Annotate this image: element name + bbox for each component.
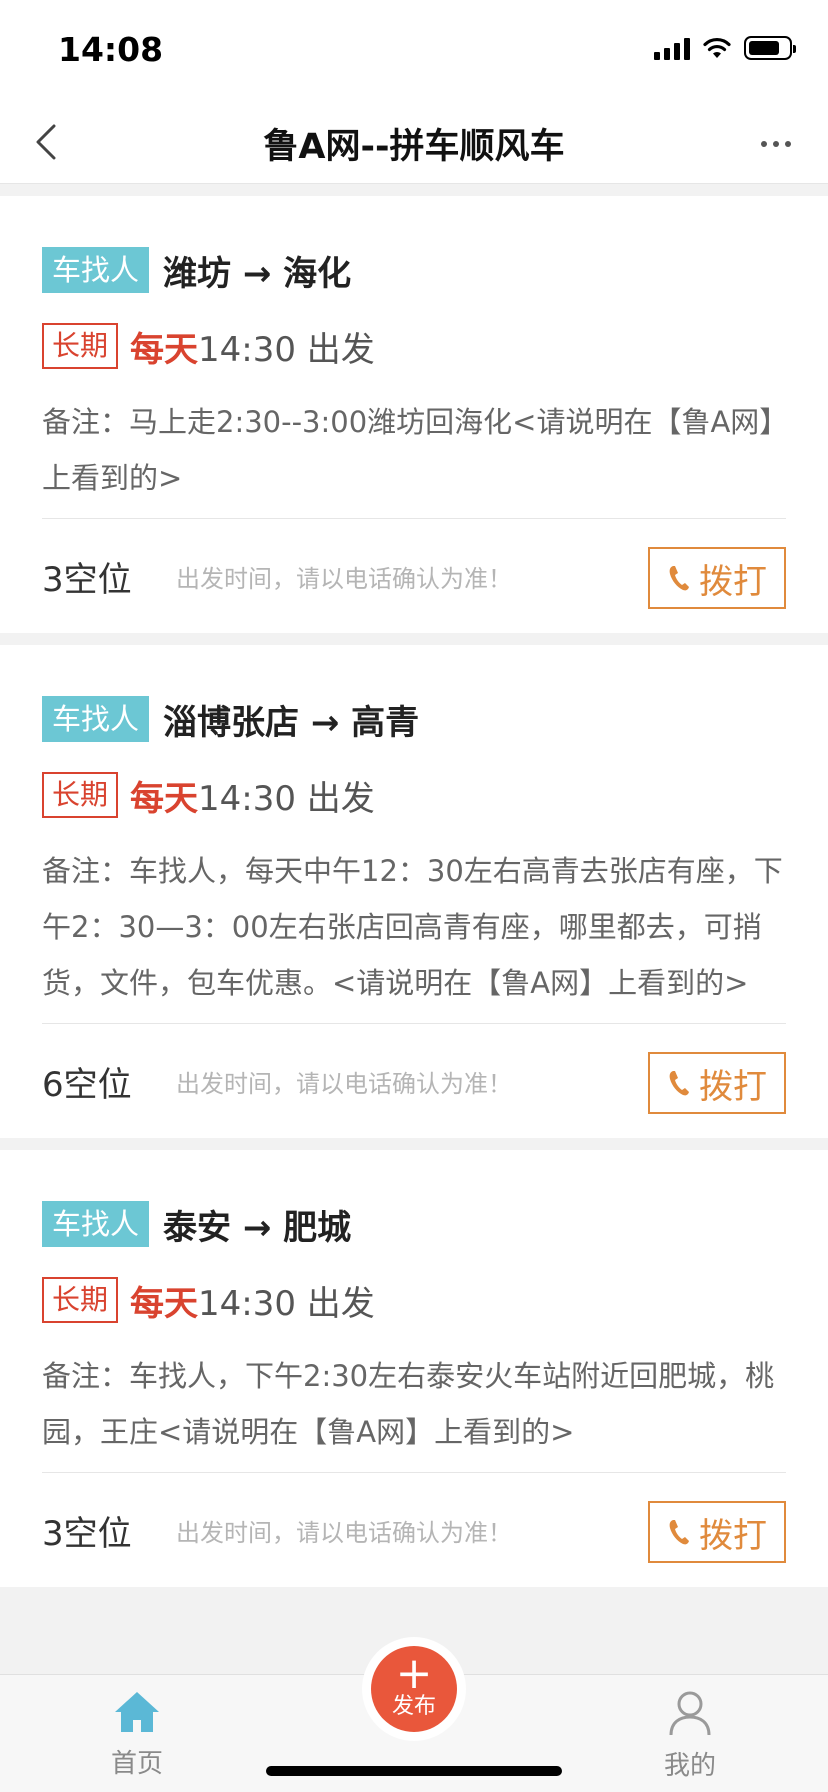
confirm-hint: 出发时间，请以电话确认为准！ [176, 564, 512, 593]
publish-button[interactable]: + 发布 [362, 1637, 466, 1741]
type-tag: 车找人 [42, 247, 150, 293]
call-button[interactable]: 拨打 [648, 1501, 786, 1563]
listing-card[interactable]: 车找人 泰安 → 肥城 长期 每天14:30 出发 备注：车找人，下午2:30左… [0, 1150, 828, 1587]
seats-count: 6空位 [42, 1064, 132, 1105]
call-label: 拨打 [699, 561, 767, 602]
phone-icon [669, 1520, 689, 1545]
time-row: 长期 每天14:30 出发 [42, 1276, 786, 1324]
departure-time: 每天14:30 出发 [130, 322, 375, 371]
battery-icon [744, 36, 796, 60]
note-text: 备注：车找人，每天中午12：30左右高青去张店有座，下午2：30—3：00左右张… [42, 854, 783, 1000]
call-label: 拨打 [699, 1066, 767, 1107]
publish-label: 发布 [391, 1694, 436, 1719]
tab-home-label: 首页 [110, 1749, 163, 1779]
tab-home[interactable]: 首页 [77, 1689, 197, 1780]
time-row: 长期 每天14:30 出发 [42, 771, 786, 819]
user-icon [669, 1691, 711, 1736]
type-tag: 车找人 [42, 696, 150, 742]
route-row: 车找人 淄博张店 → 高青 [42, 695, 786, 743]
route-row: 车找人 泰安 → 肥城 [42, 1200, 786, 1248]
tab-mine-label: 我的 [663, 1751, 716, 1781]
cellular-signal-icon [654, 36, 690, 60]
time-label: 14:30 出发 [198, 1283, 375, 1324]
route-label: 泰安 → 肥城 [163, 1207, 352, 1248]
wifi-icon [703, 37, 731, 58]
more-icon[interactable] [752, 120, 800, 168]
seats-count: 3空位 [42, 1513, 132, 1554]
status-time: 14:08 [58, 30, 164, 69]
nav-bar: 鲁A网--拼车顺风车 [0, 100, 828, 184]
call-label: 拨打 [699, 1515, 767, 1556]
call-button[interactable]: 拨打 [648, 547, 786, 609]
confirm-hint: 出发时间，请以电话确认为准！ [176, 1518, 512, 1547]
type-tag: 车找人 [42, 1201, 150, 1247]
note-text: 备注：车找人，下午2:30左右泰安火车站附近回肥城，桃园，王庄<请说明在【鲁A网… [42, 1359, 775, 1449]
route-label: 潍坊 → 海化 [163, 253, 352, 294]
days-label: 每天 [130, 329, 199, 370]
phone-icon [669, 1071, 689, 1096]
listing-feed: 车找人 潍坊 → 海化 长期 每天14:30 出发 备注：马上走2:30--3:… [0, 196, 828, 1599]
route-row: 车找人 潍坊 → 海化 [42, 246, 786, 294]
time-label: 14:30 出发 [198, 778, 375, 819]
page-title: 鲁A网--拼车顺风车 [263, 127, 565, 167]
frequency-tag: 长期 [42, 1277, 119, 1323]
status-bar: 14:08 [0, 0, 828, 100]
departure-time: 每天14:30 出发 [130, 771, 375, 820]
call-button[interactable]: 拨打 [648, 1052, 786, 1114]
tab-bar: 首页 + 发布 我的 [0, 1637, 828, 1792]
card-footer: 3空位 出发时间，请以电话确认为准！ 拨打 [42, 1473, 786, 1587]
departure-time: 每天14:30 出发 [130, 1276, 375, 1325]
card-footer: 6空位 出发时间，请以电话确认为准！ 拨打 [42, 1024, 786, 1138]
listing-card[interactable]: 车找人 潍坊 → 海化 长期 每天14:30 出发 备注：马上走2:30--3:… [0, 196, 828, 633]
days-label: 每天 [130, 1283, 199, 1324]
phone-icon [669, 566, 689, 591]
publish-circle: + 发布 [371, 1646, 457, 1732]
home-icon [115, 1692, 159, 1732]
time-label: 14:30 出发 [198, 329, 375, 370]
tab-mine[interactable]: 我的 [630, 1689, 750, 1782]
time-row: 长期 每天14:30 出发 [42, 322, 786, 370]
frequency-tag: 长期 [42, 772, 119, 818]
status-icons [654, 36, 796, 60]
listing-card[interactable]: 车找人 淄博张店 → 高青 长期 每天14:30 出发 备注：车找人，每天中午1… [0, 645, 828, 1138]
frequency-tag: 长期 [42, 323, 119, 369]
card-footer: 3空位 出发时间，请以电话确认为准！ 拨打 [42, 519, 786, 633]
plus-icon: + [395, 1648, 433, 1699]
confirm-hint: 出发时间，请以电话确认为准！ [176, 1069, 512, 1098]
seats-count: 3空位 [42, 559, 132, 600]
route-label: 淄博张店 → 高青 [163, 702, 420, 743]
note-text: 备注：马上走2:30--3:00潍坊回海化<请说明在【鲁A网】上看到的> [42, 405, 774, 495]
home-indicator [266, 1766, 562, 1776]
days-label: 每天 [130, 778, 199, 819]
